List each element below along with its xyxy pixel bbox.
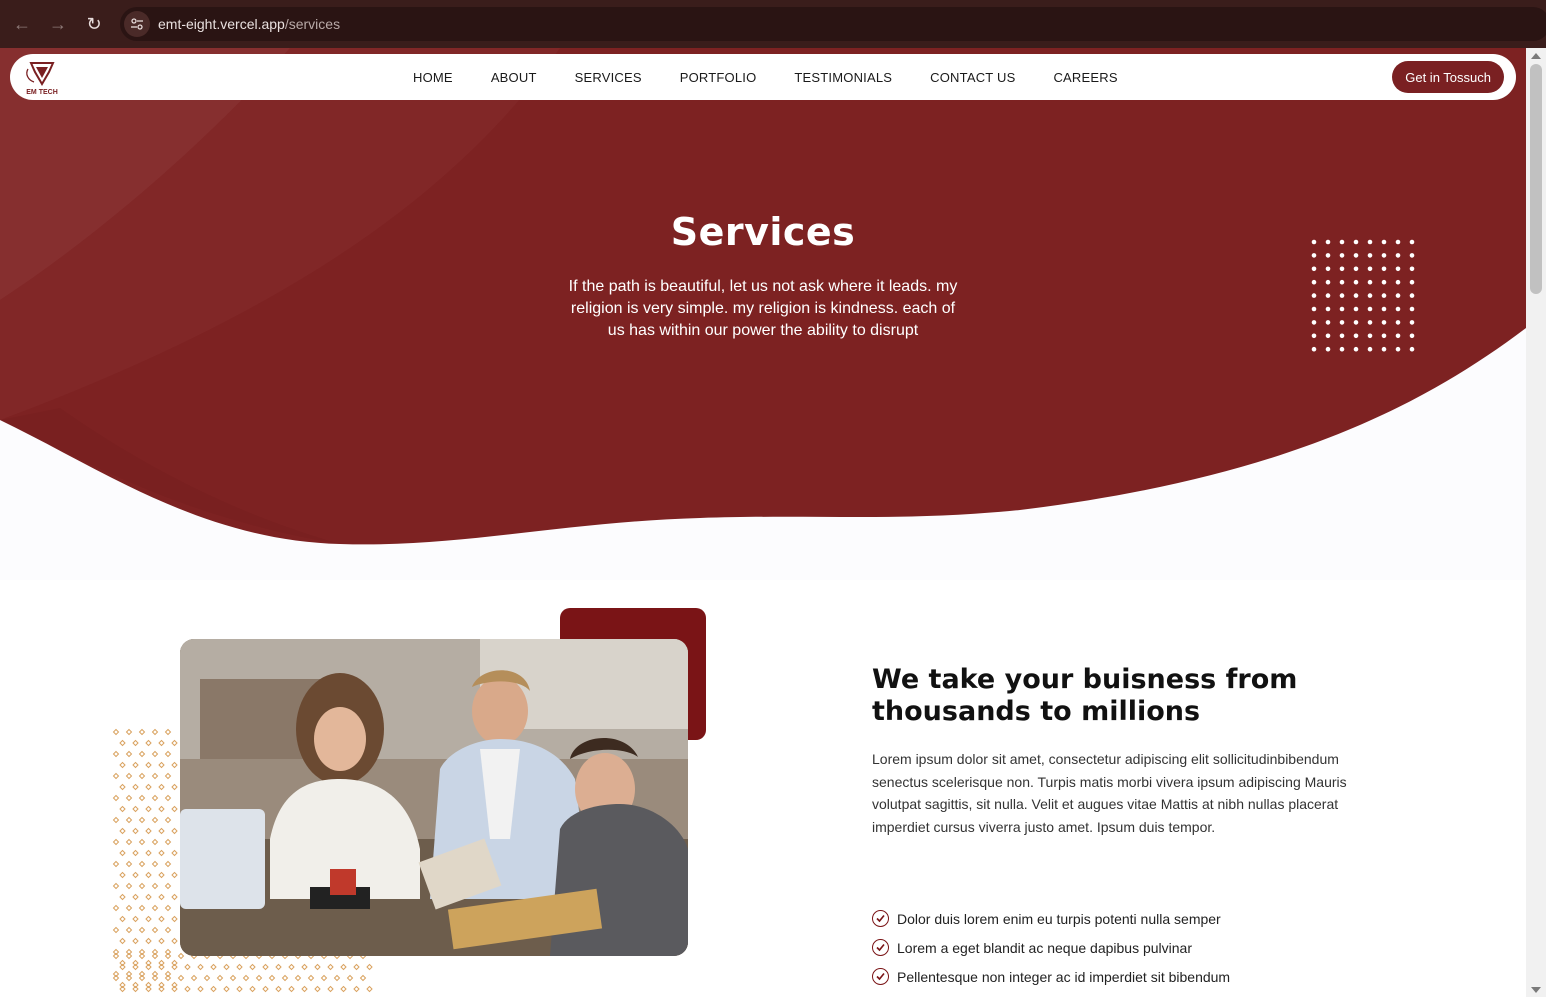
list-item: Lorem a eget blandit ac neque dapibus pu… [872,933,1392,962]
check-circle-icon [872,910,889,927]
url-text: emt-eight.vercel.app/services [158,16,340,32]
checklist-item-text: Pellentesque non integer ac id imperdiet… [897,968,1231,985]
team-photo [180,639,688,956]
logo-text: EM TECH [26,89,58,96]
site-info-icon[interactable] [124,11,150,37]
nav-links: HOME ABOUT SERVICES PORTFOLIO TESTIMONIA… [413,54,1156,100]
check-circle-icon [872,939,889,956]
checklist-item-text: Lorem a eget blandit ac neque dapibus pu… [897,939,1192,956]
browser-toolbar: ← → ↻ emt-eight.vercel.app/services [0,0,1546,48]
list-item: Pellentesque non integer ac id imperdiet… [872,962,1392,991]
address-bar[interactable]: emt-eight.vercel.app/services [120,7,1546,41]
page-viewport: EM TECH HOME ABOUT SERVICES PORTFOLIO TE… [0,48,1526,997]
scrollbar-thumb[interactable] [1530,64,1542,294]
logo-shield-icon [26,62,55,86]
diamond-pattern-bottom-decoration [112,952,373,993]
feature-body: Lorem ipsum dolor sit amet, consectetur … [872,751,1347,835]
nav-link-portfolio[interactable]: PORTFOLIO [680,70,757,85]
reload-icon[interactable]: ↻ [80,10,108,38]
dot-grid-decoration [1311,239,1415,352]
feature-title: We take your buisness from thousands to … [872,664,1298,727]
nav-link-contact-us[interactable]: CONTACT US [930,70,1015,85]
page-title: Services [670,210,856,254]
scroll-down-icon[interactable] [1531,987,1541,993]
url-path: /services [284,16,341,32]
hero-subtitle: If the path is beautiful, let us not ask… [568,278,958,339]
page-scrollbar[interactable] [1526,48,1546,997]
team-photo-illustration [180,639,688,956]
nav-link-home[interactable]: HOME [413,70,453,85]
nav-link-testimonials[interactable]: TESTIMONIALS [794,70,892,85]
checklist-item-text: Dolor duis lorem enim eu turpis potenti … [897,910,1221,927]
get-in-touch-button[interactable]: Get in Tossuch [1392,61,1504,93]
main-navbar: EM TECH HOME ABOUT SERVICES PORTFOLIO TE… [10,54,1516,100]
feature-checklist: Dolor duis lorem enim eu turpis potenti … [872,904,1392,991]
nav-link-about[interactable]: ABOUT [491,70,537,85]
em-tech-logo[interactable]: EM TECH [22,60,62,96]
feature-section: We take your buisness from thousands to … [0,580,1526,997]
back-arrow-icon[interactable]: ← [8,10,36,38]
check-circle-icon [872,968,889,985]
nav-link-services[interactable]: SERVICES [575,70,642,85]
nav-link-careers[interactable]: CAREERS [1053,70,1117,85]
scroll-up-icon[interactable] [1531,53,1541,59]
forward-arrow-icon[interactable]: → [44,10,72,38]
url-host: emt-eight.vercel.app [158,16,285,32]
list-item: Dolor duis lorem enim eu turpis potenti … [872,904,1392,933]
